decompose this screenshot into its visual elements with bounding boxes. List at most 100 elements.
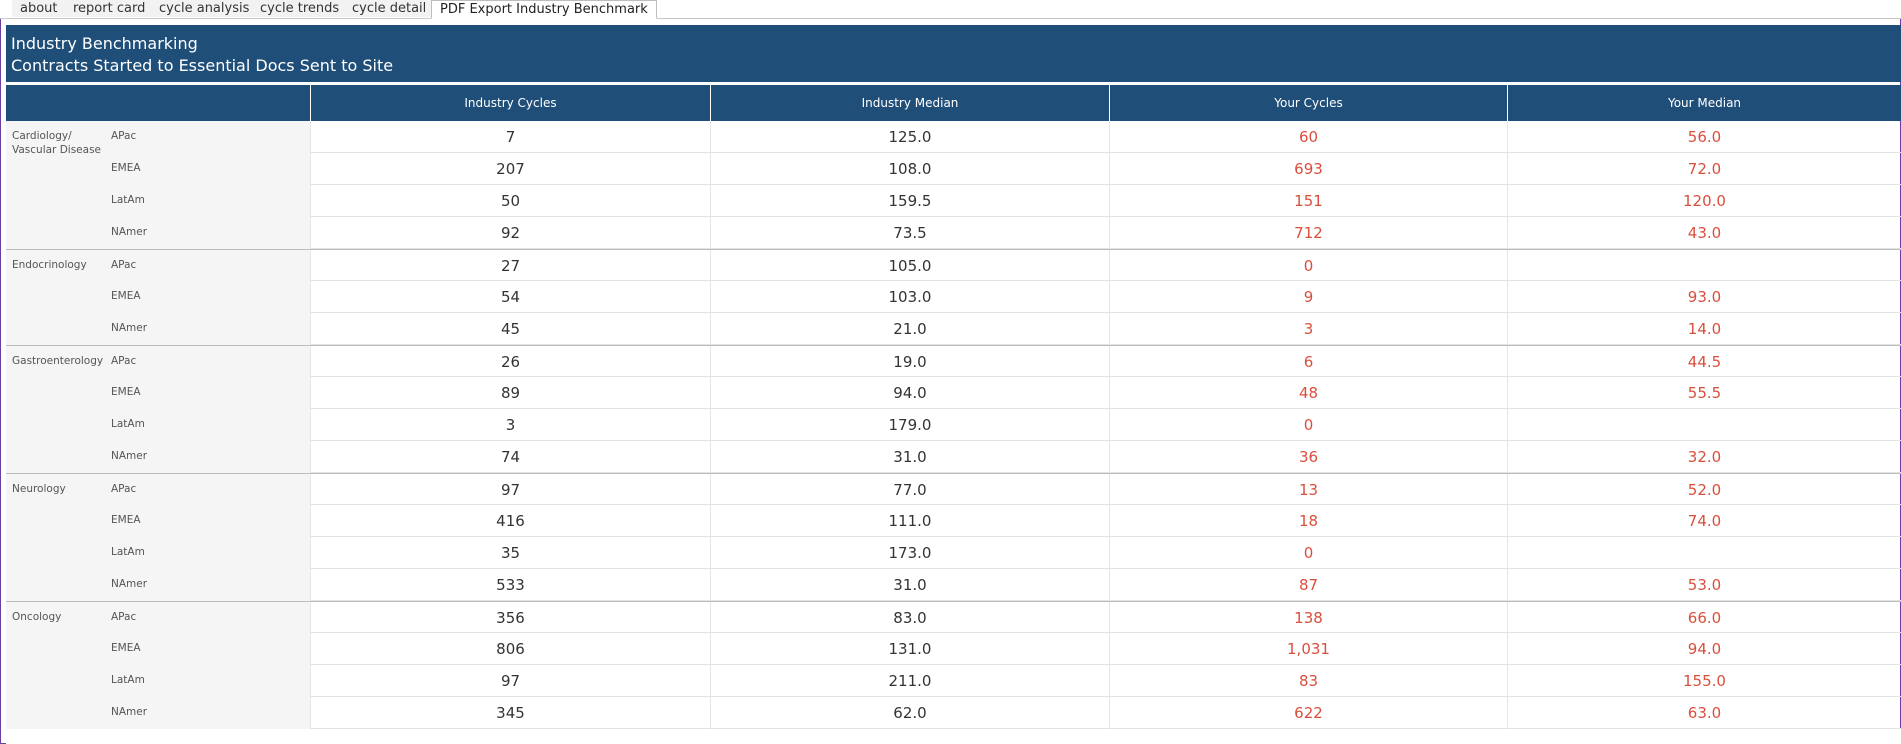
industry-cycles-cell: 35 xyxy=(310,537,710,569)
industry-median-cell: 111.0 xyxy=(710,505,1109,537)
column-header-industry-cycles: Industry Cycles xyxy=(310,85,710,121)
therapeutic-area-label: Neurology xyxy=(12,483,66,495)
industry-median-cell: 103.0 xyxy=(710,281,1109,313)
row-label-cell: NAmer xyxy=(6,441,310,473)
table-row: EMEA 89 94.0 48 55.5 xyxy=(6,377,1901,409)
your-median-cell: 120.0 xyxy=(1507,185,1901,217)
your-median-cell: 93.0 xyxy=(1507,281,1901,313)
your-median-cell: 66.0 xyxy=(1507,602,1901,634)
row-label-cell: EMEA xyxy=(6,505,310,537)
region-label: NAmer xyxy=(111,226,148,238)
row-label-cell: NAmer xyxy=(6,217,310,249)
your-cycles-cell: 13 xyxy=(1109,474,1507,506)
tab-cycle-detail[interactable]: cycle detail xyxy=(344,0,436,17)
your-median-cell: 43.0 xyxy=(1507,217,1901,249)
region-label: NAmer xyxy=(111,322,148,334)
region-label: EMEA xyxy=(111,642,141,654)
region-label: APac xyxy=(111,611,137,623)
your-median-cell: 74.0 xyxy=(1507,505,1901,537)
industry-median-cell: 173.0 xyxy=(710,537,1109,569)
table-row: EMEA 416 111.0 18 74.0 xyxy=(6,505,1901,537)
your-cycles-cell: 0 xyxy=(1109,537,1507,569)
your-median-cell: 44.5 xyxy=(1507,346,1901,378)
region-label: NAmer xyxy=(111,706,148,718)
row-label-cell: EMEA xyxy=(6,633,310,665)
column-header-your-median: Your Median xyxy=(1507,85,1901,121)
row-label-cell: Oncology APac xyxy=(6,602,310,634)
industry-median-cell: 108.0 xyxy=(710,153,1109,185)
table-row: Oncology APac 356 83.0 138 66.0 xyxy=(6,601,1901,634)
region-label: EMEA xyxy=(111,290,141,302)
region-label: EMEA xyxy=(111,514,141,526)
industry-median-cell: 73.5 xyxy=(710,217,1109,249)
row-label-cell: EMEA xyxy=(6,377,310,409)
industry-median-cell: 125.0 xyxy=(710,121,1109,153)
industry-cycles-cell: 345 xyxy=(310,697,710,729)
column-header-your-cycles: Your Cycles xyxy=(1109,85,1507,121)
industry-cycles-cell: 416 xyxy=(310,505,710,537)
row-label-cell: EMEA xyxy=(6,281,310,313)
your-median-cell: 63.0 xyxy=(1507,697,1901,729)
industry-median-cell: 21.0 xyxy=(710,313,1109,345)
industry-median-cell: 105.0 xyxy=(710,250,1109,282)
your-cycles-cell: 0 xyxy=(1109,409,1507,441)
your-cycles-cell: 0 xyxy=(1109,250,1507,282)
your-median-cell: 56.0 xyxy=(1507,121,1901,153)
table-row: NAmer 92 73.5 712 43.0 xyxy=(6,217,1901,249)
region-label: APac xyxy=(111,355,137,367)
tab-about[interactable]: about xyxy=(12,0,67,17)
your-median-cell xyxy=(1507,409,1901,441)
your-cycles-cell: 87 xyxy=(1109,569,1507,601)
table-row: NAmer 345 62.0 622 63.0 xyxy=(6,697,1901,729)
region-label: APac xyxy=(111,259,137,271)
industry-median-cell: 83.0 xyxy=(710,602,1109,634)
tab-cycle-analysis[interactable]: cycle analysis xyxy=(151,0,259,17)
your-cycles-cell: 9 xyxy=(1109,281,1507,313)
industry-cycles-cell: 50 xyxy=(310,185,710,217)
table-row: LatAm 97 211.0 83 155.0 xyxy=(6,665,1901,697)
industry-cycles-cell: 533 xyxy=(310,569,710,601)
row-label-cell: LatAm xyxy=(6,185,310,217)
your-cycles-cell: 622 xyxy=(1109,697,1507,729)
region-label: NAmer xyxy=(111,450,148,462)
your-median-cell: 32.0 xyxy=(1507,441,1901,473)
tab-cycle-trends[interactable]: cycle trends xyxy=(252,0,349,17)
row-label-cell: NAmer xyxy=(6,313,310,345)
industry-cycles-cell: 7 xyxy=(310,121,710,153)
row-label-cell: EMEA xyxy=(6,153,310,185)
industry-cycles-cell: 207 xyxy=(310,153,710,185)
table-row: LatAm 3 179.0 0 xyxy=(6,409,1901,441)
your-cycles-cell: 151 xyxy=(1109,185,1507,217)
row-label-cell: NAmer xyxy=(6,697,310,729)
report-subtitle: Contracts Started to Essential Docs Sent… xyxy=(11,56,394,75)
industry-median-cell: 31.0 xyxy=(710,569,1109,601)
your-cycles-cell: 1,031 xyxy=(1109,633,1507,665)
therapeutic-area-label: Endocrinology xyxy=(12,259,87,271)
therapeutic-area-label: Gastroenterology xyxy=(12,355,104,367)
your-cycles-cell: 138 xyxy=(1109,602,1507,634)
row-label-cell: LatAm xyxy=(6,665,310,697)
your-median-cell: 55.5 xyxy=(1507,377,1901,409)
industry-cycles-cell: 97 xyxy=(310,665,710,697)
industry-median-cell: 94.0 xyxy=(710,377,1109,409)
your-median-cell: 72.0 xyxy=(1507,153,1901,185)
region-label: NAmer xyxy=(111,578,148,590)
region-label: EMEA xyxy=(111,162,141,174)
your-cycles-cell: 693 xyxy=(1109,153,1507,185)
industry-cycles-cell: 26 xyxy=(310,346,710,378)
table-row: EMEA 806 131.0 1,031 94.0 xyxy=(6,633,1901,665)
row-label-cell: LatAm xyxy=(6,537,310,569)
your-cycles-cell: 48 xyxy=(1109,377,1507,409)
tab-report-card[interactable]: report card xyxy=(65,0,155,17)
industry-cycles-cell: 74 xyxy=(310,441,710,473)
table-row: EMEA 207 108.0 693 72.0 xyxy=(6,153,1901,185)
your-median-cell: 94.0 xyxy=(1507,633,1901,665)
table-row: NAmer 45 21.0 3 14.0 xyxy=(6,313,1901,345)
industry-median-cell: 159.5 xyxy=(710,185,1109,217)
tab-pdf-export-industry-benchmark[interactable]: PDF Export Industry Benchmark xyxy=(431,0,657,19)
your-median-cell xyxy=(1507,250,1901,282)
table-header: Industry Cycles Industry Median Your Cyc… xyxy=(6,85,1901,121)
row-label-cell: LatAm xyxy=(6,409,310,441)
region-label: LatAm xyxy=(111,674,145,686)
row-label-cell: Gastroenterology APac xyxy=(6,346,310,378)
